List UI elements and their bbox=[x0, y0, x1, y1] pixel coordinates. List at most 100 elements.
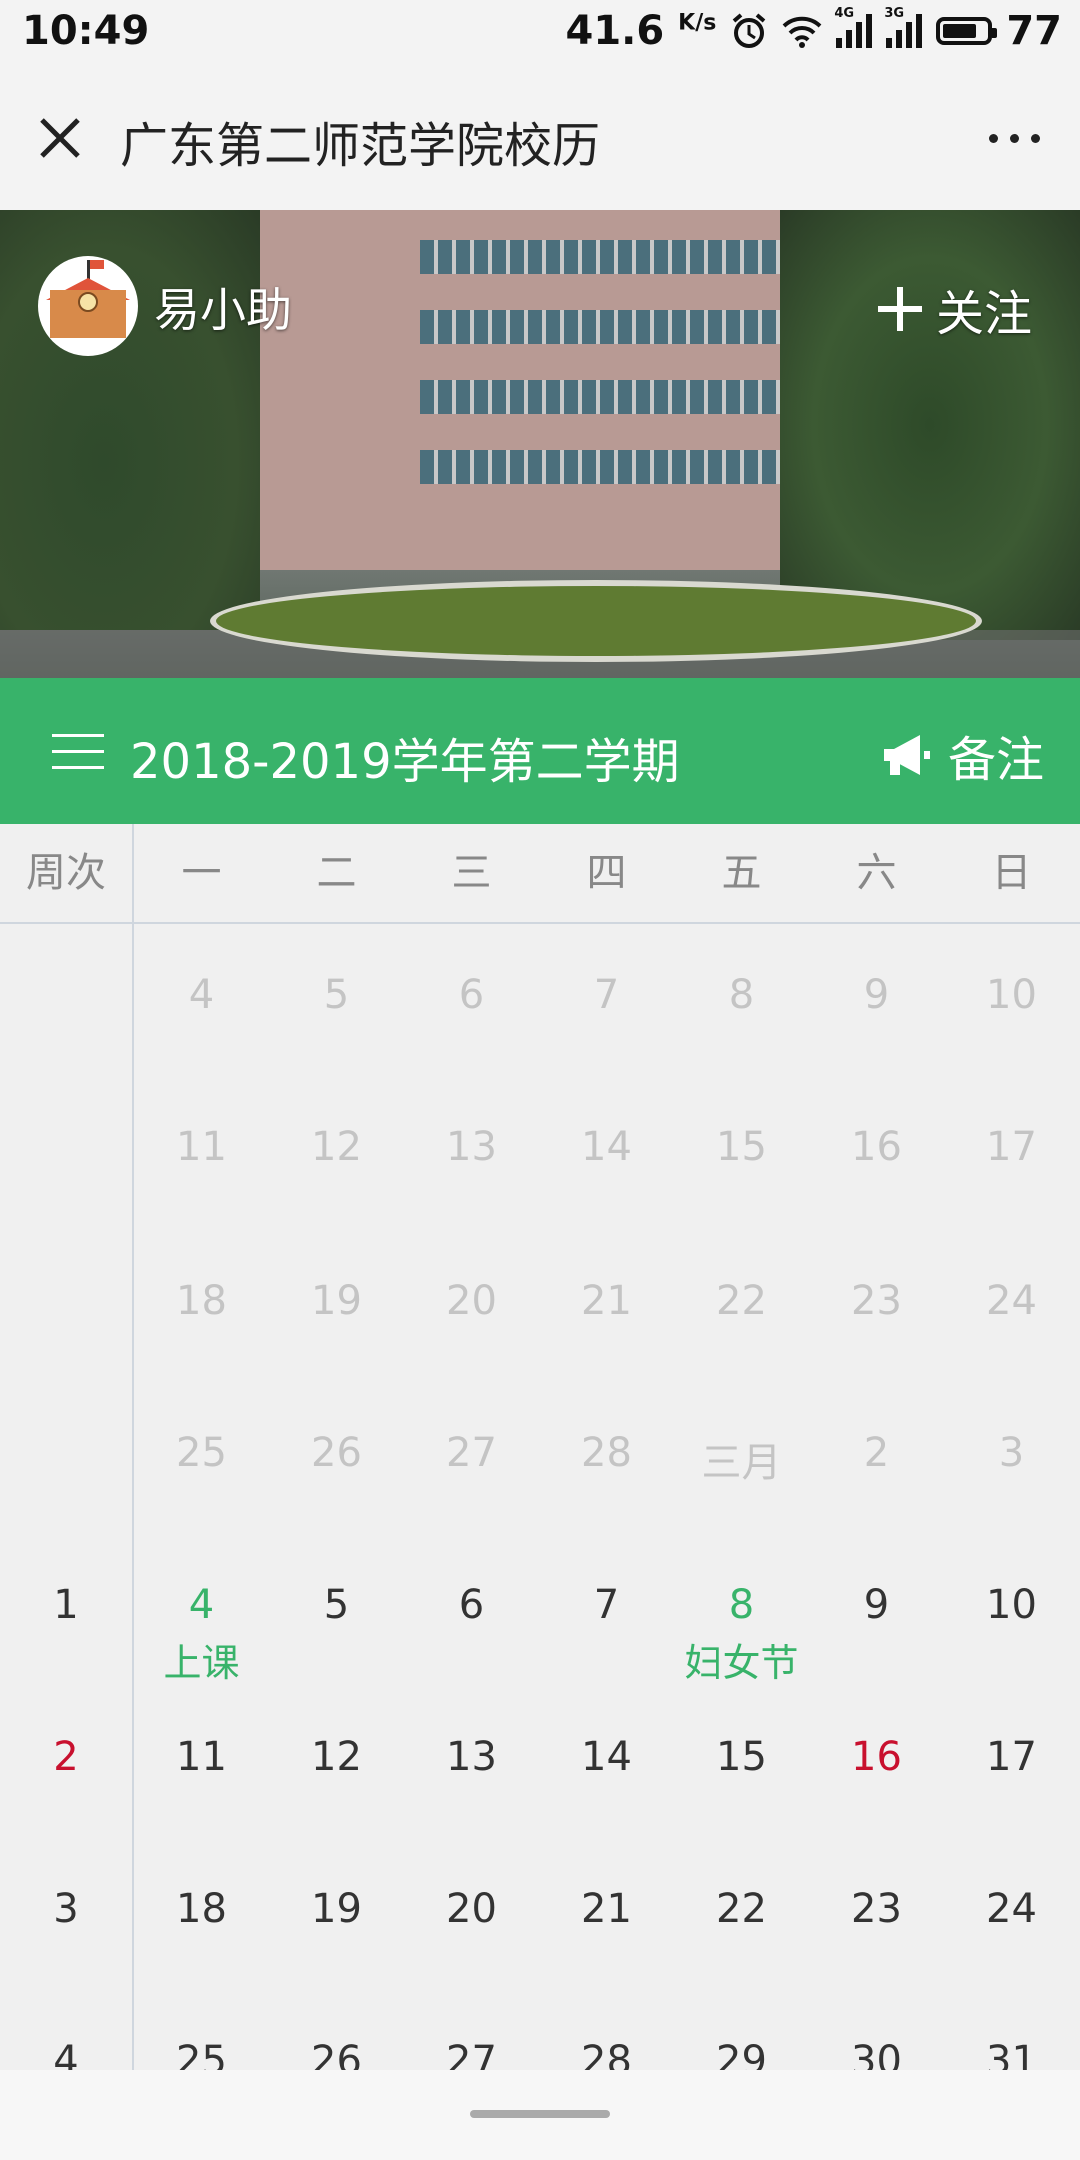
calendar-day[interactable]: 15 bbox=[674, 1124, 809, 1170]
calendar-day[interactable]: 7 bbox=[539, 972, 674, 1018]
alarm-icon bbox=[733, 13, 766, 48]
calendar-day[interactable]: 8 bbox=[674, 972, 809, 1018]
calendar-day[interactable]: 28 bbox=[539, 1430, 674, 1476]
speed-unit: K/s bbox=[678, 10, 717, 36]
day-number: 21 bbox=[581, 1886, 632, 1932]
day-number: 18 bbox=[176, 1886, 227, 1932]
semester-selector[interactable]: 2018-2019学年第二学期 bbox=[130, 722, 680, 792]
day-number: 7 bbox=[593, 972, 620, 1018]
calendar-day[interactable]: 9 bbox=[809, 1582, 944, 1628]
calendar-day[interactable]: 22 bbox=[674, 1278, 809, 1324]
day-number: 22 bbox=[716, 1278, 767, 1324]
calendar-day[interactable]: 8 妇女节 bbox=[674, 1582, 809, 1687]
calendar-day[interactable]: 25 bbox=[134, 1430, 269, 1476]
calendar-grid: 4 5 6 7 8 9 10 11 12 13 14 15 16 17 18 19 20 21 22 23 24 25 26… bbox=[0, 924, 1080, 2070]
calendar-day[interactable]: 21 bbox=[539, 1278, 674, 1324]
calendar-day[interactable]: 4 上课 bbox=[134, 1582, 269, 1687]
calendar-day[interactable]: 27 bbox=[404, 2038, 539, 2070]
calendar-day[interactable]: 16 bbox=[809, 1734, 944, 1780]
calendar-day[interactable]: 18 bbox=[134, 1278, 269, 1324]
calendar-day[interactable]: 17 bbox=[944, 1124, 1079, 1170]
calendar-day[interactable]: 24 bbox=[944, 1278, 1079, 1324]
calendar-day[interactable]: 14 bbox=[539, 1734, 674, 1780]
calendar-day[interactable]: 26 bbox=[269, 1430, 404, 1476]
battery-percent: 77 bbox=[1006, 8, 1062, 54]
calendar-day[interactable]: 6 bbox=[404, 972, 539, 1018]
avatar[interactable] bbox=[38, 256, 138, 356]
day-number: 11 bbox=[176, 1124, 227, 1170]
calendar-day[interactable]: 19 bbox=[269, 1278, 404, 1324]
network-speed: 41.6 K/s bbox=[565, 8, 717, 54]
day-number: 22 bbox=[716, 1886, 767, 1932]
day-number: 4 bbox=[188, 1582, 215, 1628]
calendar-day[interactable]: 19 bbox=[269, 1886, 404, 1932]
day-number: 27 bbox=[446, 2038, 497, 2070]
calendar-day[interactable]: 23 bbox=[809, 1278, 944, 1324]
calendar-day[interactable]: 10 bbox=[944, 1582, 1079, 1628]
calendar-day[interactable]: 11 bbox=[134, 1734, 269, 1780]
calendar-day[interactable]: 5 bbox=[269, 972, 404, 1018]
calendar-day[interactable]: 15 bbox=[674, 1734, 809, 1780]
calendar-day[interactable]: 10 bbox=[944, 972, 1079, 1018]
calendar-day[interactable]: 27 bbox=[404, 1430, 539, 1476]
calendar-day[interactable]: 23 bbox=[809, 1886, 944, 1932]
calendar-day[interactable]: 6 bbox=[404, 1582, 539, 1628]
calendar-day[interactable]: 9 bbox=[809, 972, 944, 1018]
banner-image: 易小助 关注 bbox=[0, 210, 1080, 678]
page-title: 广东第二师范学院校历 bbox=[120, 118, 601, 174]
calendar-day[interactable]: 13 bbox=[404, 1734, 539, 1780]
calendar-day[interactable]: 11 bbox=[134, 1124, 269, 1170]
week-number: 1 bbox=[53, 1582, 79, 1628]
calendar-week-row: 1 4 上课 5 6 7 8 妇女节 9 10 bbox=[0, 1534, 1080, 1686]
calendar-day[interactable]: 4 bbox=[134, 972, 269, 1018]
calendar-day[interactable]: 30 bbox=[809, 2038, 944, 2070]
calendar-day[interactable]: 16 bbox=[809, 1124, 944, 1170]
calendar-day[interactable]: 18 bbox=[134, 1886, 269, 1932]
calendar-day[interactable]: 20 bbox=[404, 1278, 539, 1324]
day-number: 3 bbox=[998, 1430, 1025, 1476]
battery-icon bbox=[936, 17, 998, 45]
calendar-day[interactable]: 12 bbox=[269, 1124, 404, 1170]
day-number: 16 bbox=[851, 1734, 902, 1780]
day-number: 9 bbox=[863, 972, 890, 1018]
calendar-day[interactable]: 3 bbox=[944, 1430, 1079, 1476]
calendar-day[interactable]: 24 bbox=[944, 1886, 1079, 1932]
calendar-day[interactable]: 29 bbox=[674, 2038, 809, 2070]
calendar-day[interactable]: 28 bbox=[539, 2038, 674, 2070]
day-number: 15 bbox=[716, 1734, 767, 1780]
account-name[interactable]: 易小助 bbox=[154, 274, 292, 340]
home-indicator[interactable] bbox=[470, 2110, 610, 2118]
notes-button[interactable]: 备注 bbox=[880, 720, 1044, 790]
day-number: 4 bbox=[188, 972, 215, 1018]
calendar-day[interactable]: 三月 bbox=[674, 1430, 809, 1488]
calendar-day[interactable]: 13 bbox=[404, 1124, 539, 1170]
day-number: 12 bbox=[311, 1734, 362, 1780]
calendar-day[interactable]: 12 bbox=[269, 1734, 404, 1780]
battery-level bbox=[943, 24, 976, 38]
calendar-day[interactable]: 14 bbox=[539, 1124, 674, 1170]
close-icon[interactable] bbox=[34, 112, 86, 164]
calendar-day[interactable]: 22 bbox=[674, 1886, 809, 1932]
calendar-week-row: 18 19 20 21 22 23 24 bbox=[0, 1230, 1080, 1382]
calendar-day[interactable]: 5 bbox=[269, 1582, 404, 1628]
status-bar: 10:49 41.6 K/s 4G 3G 77 bbox=[0, 0, 1080, 66]
calendar-day[interactable]: 7 bbox=[539, 1582, 674, 1628]
calendar-day[interactable]: 20 bbox=[404, 1886, 539, 1932]
calendar-week-row: 4 5 6 7 8 9 10 bbox=[0, 924, 1080, 1076]
menu-icon[interactable] bbox=[52, 734, 104, 770]
calendar-day[interactable]: 21 bbox=[539, 1886, 674, 1932]
calendar-day[interactable]: 2 bbox=[809, 1430, 944, 1476]
calendar-day[interactable]: 17 bbox=[944, 1734, 1079, 1780]
more-icon[interactable] bbox=[989, 134, 1040, 143]
calendar-week-row: 3 18 19 20 21 22 23 24 bbox=[0, 1838, 1080, 1990]
calendar-day[interactable]: 26 bbox=[269, 2038, 404, 2070]
calendar-day[interactable]: 25 bbox=[134, 2038, 269, 2070]
week-number: 3 bbox=[53, 1886, 79, 1932]
calendar-day[interactable]: 31 bbox=[944, 2038, 1079, 2070]
day-number: 14 bbox=[581, 1734, 632, 1780]
day-event-label: 妇女节 bbox=[684, 1641, 799, 1685]
gesture-bar bbox=[0, 2070, 1080, 2160]
day-number: 5 bbox=[323, 972, 350, 1018]
day-number: 23 bbox=[851, 1278, 902, 1324]
follow-button[interactable]: 关注 bbox=[877, 274, 1032, 344]
